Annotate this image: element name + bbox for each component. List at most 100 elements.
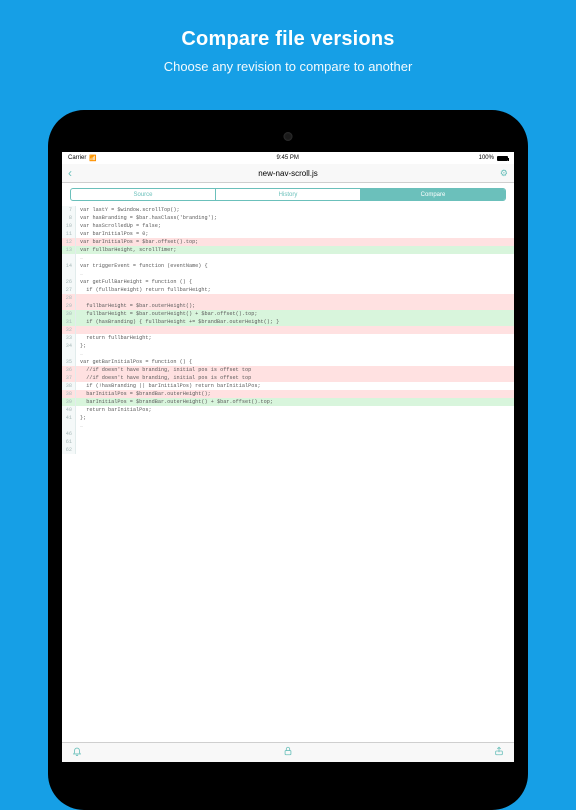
diff-line: 37 //if doesn't have branding, initial p… <box>62 374 514 382</box>
diff-line: 14var triggerEvent = function (eventName… <box>62 262 514 270</box>
line-text: }; <box>76 414 514 422</box>
diff-line: 12var barInitialPos = $bar.offset().top; <box>62 238 514 246</box>
line-text: if (hasBranding) { fullbarHeight += $bra… <box>76 318 514 326</box>
line-text: var triggerEvent = function (eventName) … <box>76 262 514 270</box>
line-number: 37 <box>62 374 76 382</box>
diff-line: 32 <box>62 326 514 334</box>
line-text: … <box>76 350 514 358</box>
line-number: 30 <box>62 310 76 318</box>
diff-line: 40 return barInitialPos; <box>62 406 514 414</box>
line-number <box>62 422 76 430</box>
diff-line: 61 <box>62 438 514 446</box>
tab-compare[interactable]: Compare <box>361 189 505 200</box>
line-number: 14 <box>62 262 76 270</box>
diff-line: 27 if (fullbarHeight) return fullbarHeig… <box>62 286 514 294</box>
line-number: 26 <box>62 278 76 286</box>
diff-line: 10var hasScrolledUp = false; <box>62 222 514 230</box>
bottom-toolbar <box>62 742 514 762</box>
tab-history[interactable]: History <box>216 189 361 200</box>
line-number: 33 <box>62 334 76 342</box>
promo-subtitle: Choose any revision to compare to anothe… <box>0 59 576 74</box>
line-number: 27 <box>62 286 76 294</box>
line-text: var barInitialPos = $bar.offset().top; <box>76 238 514 246</box>
share-button[interactable] <box>494 746 504 759</box>
line-text: if (fullbarHeight) return fullbarHeight; <box>76 286 514 294</box>
line-text: //if doesn't have branding, initial pos … <box>76 374 514 382</box>
line-number: 35 <box>62 358 76 366</box>
lock-icon <box>283 746 293 759</box>
line-number: 12 <box>62 238 76 246</box>
line-number: 39 <box>62 398 76 406</box>
line-number: 62 <box>62 446 76 454</box>
line-text <box>76 430 514 438</box>
line-number <box>62 270 76 278</box>
line-text: … <box>76 270 514 278</box>
carrier-label: Carrier <box>68 155 86 161</box>
line-text: fullbarHeight = $bar.outerHeight() + $ba… <box>76 310 514 318</box>
line-text: … <box>76 422 514 430</box>
diff-line: … <box>62 254 514 262</box>
diff-line: 34}; <box>62 342 514 350</box>
line-number: 34 <box>62 342 76 350</box>
notifications-button[interactable] <box>72 746 82 759</box>
line-text: if (!hasBranding || barInitialPos) retur… <box>76 382 514 390</box>
line-text: fullbarHeight = $bar.outerHeight(); <box>76 302 514 310</box>
line-text: var lastY = $window.scrollTop(); <box>76 206 514 214</box>
line-text: return fullbarHeight; <box>76 334 514 342</box>
diff-line: 8var hasBranding = $bar.hasClass('brandi… <box>62 214 514 222</box>
diff-line: 38 barInitialPos = $brandBar.outerHeight… <box>62 390 514 398</box>
battery-percent: 100% <box>479 155 494 161</box>
diff-line: 13var fullbarHeight, scrollTimer; <box>62 246 514 254</box>
line-number: 10 <box>62 222 76 230</box>
diff-view[interactable]: 7var lastY = $window.scrollTop();8var ha… <box>62 206 514 454</box>
battery-icon <box>497 156 508 161</box>
line-number: 38 <box>62 390 76 398</box>
device-frame: Carrier 📶 9:45 PM 100% ‹ new-nav-scroll.… <box>48 110 528 810</box>
line-number <box>62 254 76 262</box>
back-button[interactable]: ‹ <box>68 167 72 179</box>
diff-line: 29 fullbarHeight = $bar.outerHeight(); <box>62 302 514 310</box>
line-text: var getBarInitialPos = function () { <box>76 358 514 366</box>
line-text <box>76 294 514 302</box>
line-text: return barInitialPos; <box>76 406 514 414</box>
line-number: 36 <box>62 366 76 374</box>
promo-title: Compare file versions <box>0 28 576 51</box>
diff-line: 62 <box>62 446 514 454</box>
line-text: var barInitialPos = 0; <box>76 230 514 238</box>
line-number: 8 <box>62 214 76 222</box>
line-number: 7 <box>62 206 76 214</box>
line-text: var getFullBarHeight = function () { <box>76 278 514 286</box>
line-number: 28 <box>62 294 76 302</box>
line-text <box>76 326 514 334</box>
diff-line: 28 <box>62 294 514 302</box>
navigation-bar: ‹ new-nav-scroll.js ⚙ <box>62 164 514 183</box>
line-number: 40 <box>62 406 76 414</box>
diff-line: 38 if (!hasBranding || barInitialPos) re… <box>62 382 514 390</box>
line-text: barInitialPos = $brandBar.outerHeight(); <box>76 390 514 398</box>
line-number: 38 <box>62 382 76 390</box>
diff-line: 33 return fullbarHeight; <box>62 334 514 342</box>
line-number: 61 <box>62 438 76 446</box>
line-text: var fullbarHeight, scrollTimer; <box>76 246 514 254</box>
diff-line: … <box>62 270 514 278</box>
line-text: … <box>76 254 514 262</box>
line-text <box>76 446 514 454</box>
tab-source[interactable]: Source <box>71 189 216 200</box>
line-number: 32 <box>62 326 76 334</box>
settings-button[interactable]: ⚙ <box>500 168 508 179</box>
screen: Carrier 📶 9:45 PM 100% ‹ new-nav-scroll.… <box>62 152 514 762</box>
diff-line: 41}; <box>62 414 514 422</box>
line-number: 31 <box>62 318 76 326</box>
page-title: new-nav-scroll.js <box>258 169 318 178</box>
wifi-icon: 📶 <box>89 155 96 162</box>
line-number: 13 <box>62 246 76 254</box>
line-text: //if doesn't have branding, initial pos … <box>76 366 514 374</box>
view-segmented-control: Source History Compare <box>70 188 506 201</box>
diff-line: … <box>62 422 514 430</box>
line-number: 46 <box>62 430 76 438</box>
diff-line: 7var lastY = $window.scrollTop(); <box>62 206 514 214</box>
diff-line: 46 <box>62 430 514 438</box>
line-number: 41 <box>62 414 76 422</box>
diff-line: 11var barInitialPos = 0; <box>62 230 514 238</box>
diff-line: 30 fullbarHeight = $bar.outerHeight() + … <box>62 310 514 318</box>
